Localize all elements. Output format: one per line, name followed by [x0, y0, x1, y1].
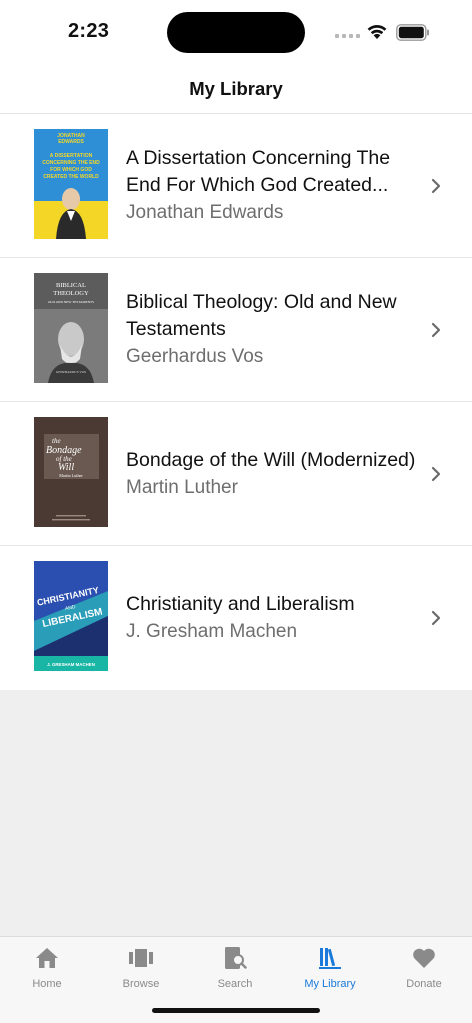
svg-text:Martin Luther: Martin Luther: [59, 473, 83, 478]
book-cover-christianity-and-liberalism: CHRISTIANITY AND LIBERALISM J. GRESHAM M…: [34, 561, 108, 671]
chevron-right-icon: [431, 178, 441, 194]
svg-text:Will: Will: [58, 462, 74, 473]
svg-text:GEERHARDUS VOS: GEERHARDUS VOS: [56, 370, 86, 374]
book-row-biblical-theology[interactable]: BIBLICAL THEOLOGY OLD AND NEW TESTAMENTS…: [0, 258, 472, 402]
book-title: Bondage of the Will (Modernized): [126, 448, 416, 471]
tab-label: Search: [217, 978, 253, 990]
book-list: JONATHAN EDWARDS A DISSERTATION CONCERNI…: [0, 114, 472, 690]
tab-label: Browse: [122, 978, 160, 990]
svg-text:OLD AND NEW TESTAMENTS: OLD AND NEW TESTAMENTS: [48, 300, 94, 304]
svg-text:BIBLICAL: BIBLICAL: [56, 282, 86, 289]
svg-text:THEOLOGY: THEOLOGY: [53, 290, 89, 297]
svg-text:the: the: [52, 437, 61, 445]
book-author: Geerhardus Vos: [126, 346, 264, 367]
book-title: Biblical Theology: Old and New Testament…: [126, 291, 397, 340]
book-author: Jonathan Edwards: [126, 202, 284, 223]
search-book-icon: [225, 947, 247, 969]
house-icon: [36, 948, 58, 968]
browse-icon: [129, 949, 153, 967]
screen: 2:23 My Library JONATHAN EDWARDS A DISSE…: [0, 0, 472, 1023]
tab-label: My Library: [304, 978, 356, 990]
book-text: Biblical Theology: Old and New Testament…: [126, 258, 416, 401]
book-author: Martin Luther: [126, 476, 238, 498]
tab-donate[interactable]: Donate: [377, 937, 471, 995]
book-row-dissertation[interactable]: JONATHAN EDWARDS A DISSERTATION CONCERNI…: [0, 114, 472, 258]
tab-label: Home: [32, 978, 62, 990]
heart-icon: [413, 948, 435, 968]
svg-text:FOR WHICH GOD: FOR WHICH GOD: [50, 167, 92, 173]
status-bar: 2:23: [0, 0, 472, 64]
tab-label: Donate: [406, 978, 442, 990]
book-row-bondage-of-the-will[interactable]: the Bondage of the Will Martin Luther Bo…: [0, 402, 472, 546]
tab-browse[interactable]: Browse: [94, 937, 188, 995]
tab-search[interactable]: Search: [188, 937, 282, 995]
dynamic-island: [167, 12, 305, 53]
status-time: 2:23: [68, 20, 110, 42]
wifi-icon: [367, 24, 387, 39]
navigation-bar: My Library: [0, 64, 472, 114]
book-text: Christianity and Liberalism J. Gresham M…: [126, 546, 416, 690]
battery-icon: [396, 24, 429, 41]
book-text: A Dissertation Concerning The End For Wh…: [126, 114, 416, 257]
book-cover-biblical-theology: BIBLICAL THEOLOGY OLD AND NEW TESTAMENTS…: [34, 273, 108, 383]
svg-text:CONCERNING THE END: CONCERNING THE END: [42, 160, 100, 166]
cellular-signal-icon: [335, 34, 360, 38]
book-cover-dissertation: JONATHAN EDWARDS A DISSERTATION CONCERNI…: [34, 129, 108, 239]
book-title: A Dissertation Concerning The End For Wh…: [126, 147, 391, 196]
tab-home[interactable]: Home: [0, 937, 94, 995]
svg-text:J. GRESHAM MACHEN: J. GRESHAM MACHEN: [47, 662, 95, 667]
book-row-christianity-and-liberalism[interactable]: CHRISTIANITY AND LIBERALISM J. GRESHAM M…: [0, 546, 472, 690]
home-indicator[interactable]: [152, 1008, 320, 1013]
tab-my-library[interactable]: My Library: [283, 937, 377, 995]
book-text: Bondage of the Will (Modernized) Martin …: [126, 402, 416, 545]
library-icon: [319, 948, 341, 969]
svg-text:EDWARDS: EDWARDS: [58, 139, 84, 145]
book-author: J. Gresham Machen: [126, 621, 298, 642]
chevron-right-icon: [431, 322, 441, 338]
svg-text:CREATED THE WORLD: CREATED THE WORLD: [43, 174, 99, 180]
book-title: Christianity and Liberalism: [126, 593, 355, 615]
book-cover-bondage-of-the-will: the Bondage of the Will Martin Luther: [34, 417, 108, 527]
chevron-right-icon: [431, 610, 441, 626]
svg-text:A DISSERTATION: A DISSERTATION: [50, 153, 93, 159]
page-title: My Library: [189, 78, 283, 99]
chevron-right-icon: [431, 466, 441, 482]
